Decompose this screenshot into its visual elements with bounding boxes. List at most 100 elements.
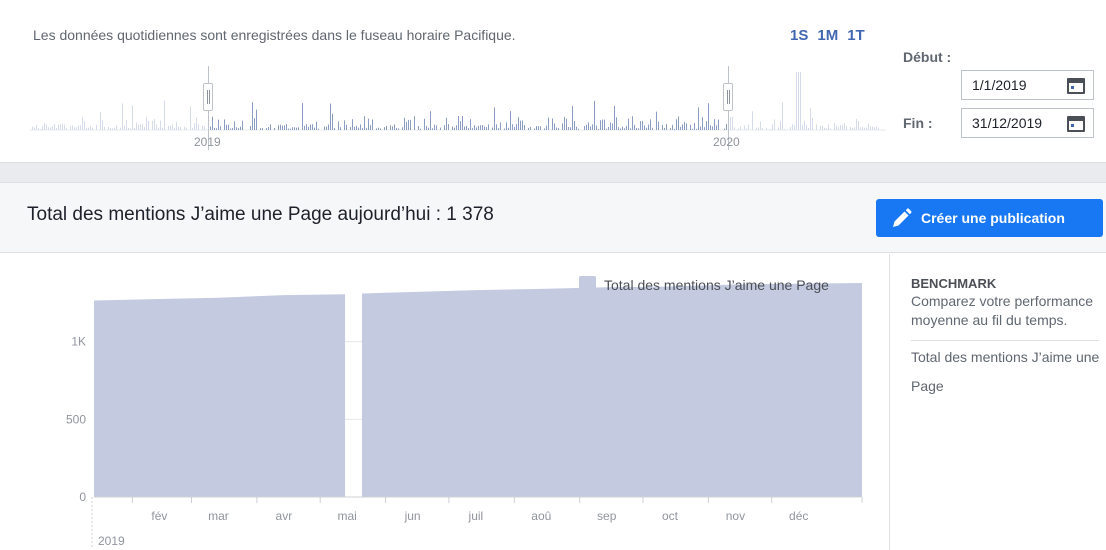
calendar-icon[interactable] <box>1067 78 1085 94</box>
sparkline-bar <box>84 121 85 130</box>
create-post-button[interactable]: Créer une publication <box>876 199 1103 237</box>
sparkline-bar <box>292 127 293 130</box>
range-start-handle[interactable] <box>203 83 213 111</box>
sparkline-bar <box>144 127 145 130</box>
sparkline-bar <box>332 113 333 130</box>
range-end-handle[interactable] <box>723 83 733 111</box>
sparkline-bar <box>378 127 379 130</box>
sparkline-bar <box>52 126 53 130</box>
sparkline-bar <box>608 126 609 130</box>
calendar-icon[interactable] <box>1067 116 1085 132</box>
sparkline-bar <box>504 128 505 130</box>
sparkline-bar <box>386 125 387 130</box>
sparkline-bar <box>540 126 541 130</box>
sparkline-bar <box>128 127 129 130</box>
sparkline-bar <box>838 127 839 130</box>
sparkline-bar <box>548 117 549 130</box>
sparkline-bar <box>194 123 195 130</box>
sparkline-bar <box>288 128 289 130</box>
sparkline-bar <box>334 128 335 130</box>
sparkline-bar <box>824 127 825 130</box>
sparkline-bar <box>828 124 829 130</box>
sparkline-bar <box>454 127 455 130</box>
sparkline-bar <box>110 127 111 130</box>
sparkline-bar <box>254 118 255 130</box>
sparkline-bar <box>114 127 115 130</box>
sparkline-bar <box>470 119 471 130</box>
sparkline-bar <box>766 127 767 130</box>
sparkline-bar <box>782 102 783 130</box>
sparkline-bar <box>180 126 181 130</box>
sparkline-bar <box>48 127 49 130</box>
sparkline-bar <box>64 124 65 130</box>
sparkline-bar <box>198 124 199 130</box>
sparkline-bar <box>78 125 79 130</box>
sparkline-bar <box>60 124 61 130</box>
sparkline-bar <box>604 119 605 130</box>
sparkline-bar <box>568 126 569 130</box>
sparkline-bar <box>350 126 351 130</box>
sparkline-bar <box>578 128 579 130</box>
sparkline-bar <box>556 127 557 130</box>
sparkline-bar <box>100 111 101 130</box>
sparkline-bar <box>806 124 807 130</box>
range-1-month-button[interactable]: 1M <box>817 27 838 44</box>
sparkline-bar <box>368 118 369 130</box>
sparkline-bar <box>524 125 525 130</box>
sparkline-bar <box>810 107 811 130</box>
sparkline-bar <box>466 125 467 130</box>
sparkline-bar <box>564 116 565 130</box>
chart-legend: Total des mentions J’aime une Page <box>579 276 829 293</box>
sparkline-bar <box>482 125 483 130</box>
sparkline-bar <box>634 124 635 130</box>
timeline-sparkline[interactable] <box>30 60 886 150</box>
sparkline-bar <box>708 103 709 130</box>
sparkline-bar <box>738 128 739 130</box>
area-segment-1[interactable] <box>94 294 346 497</box>
benchmark-title: BENCHMARK <box>911 276 997 291</box>
sparkline-bar <box>394 124 395 130</box>
sparkline-bar <box>518 117 519 130</box>
area-segment-2[interactable] <box>361 282 862 497</box>
chart-svg: 0 500 1K fév mar avr mai jun juil aoû sep oct nov déc… <box>66 282 863 548</box>
sparkline-bar <box>76 127 77 130</box>
sparkline-bar <box>172 124 173 130</box>
benchmark-metric-link[interactable]: Total des mentions J’aime une Page <box>911 343 1101 401</box>
sparkline-bar <box>650 119 651 130</box>
sparkline-bar <box>702 117 703 130</box>
start-date-field[interactable]: 1/1/2019 <box>961 70 1094 100</box>
x-tick-label: jun <box>404 509 421 523</box>
sparkline-bar <box>652 127 653 130</box>
sparkline-bar <box>190 106 191 130</box>
end-date-field[interactable]: 31/12/2019 <box>961 108 1094 138</box>
sparkline-bar <box>116 125 117 130</box>
sparkline-bar <box>500 122 501 130</box>
sparkline-bar <box>878 128 879 130</box>
sparkline-bar <box>612 123 613 130</box>
sparkline-bar <box>134 127 135 130</box>
sparkline-bar <box>692 128 693 130</box>
sparkline-bar <box>210 126 211 130</box>
sparkline-bar <box>752 111 753 130</box>
sparkline-bar <box>864 127 865 130</box>
sparkline-bar <box>358 127 359 130</box>
sparkline-bar <box>798 72 799 130</box>
sparkline-bar <box>274 128 275 130</box>
sparkline-bar <box>80 125 81 130</box>
sparkline-bar <box>666 124 667 130</box>
sparkline-bar <box>242 120 243 130</box>
sparkline-bar <box>376 128 377 130</box>
range-1-week-button[interactable]: 1S <box>790 27 808 44</box>
sparkline-bar <box>212 116 213 130</box>
x-tick-label: aoû <box>531 509 551 523</box>
sparkline-bar <box>380 128 381 130</box>
sparkline-bar <box>796 72 797 130</box>
sparkline-bar <box>362 128 363 130</box>
sparkline-bar <box>66 128 67 130</box>
sparkline-bar <box>132 105 133 130</box>
sparkline-bar <box>588 122 589 130</box>
sparkline-bar <box>614 105 615 130</box>
sparkline-bar <box>262 127 263 130</box>
range-1-quarter-button[interactable]: 1T <box>847 27 865 44</box>
sparkline-bar <box>130 128 131 130</box>
